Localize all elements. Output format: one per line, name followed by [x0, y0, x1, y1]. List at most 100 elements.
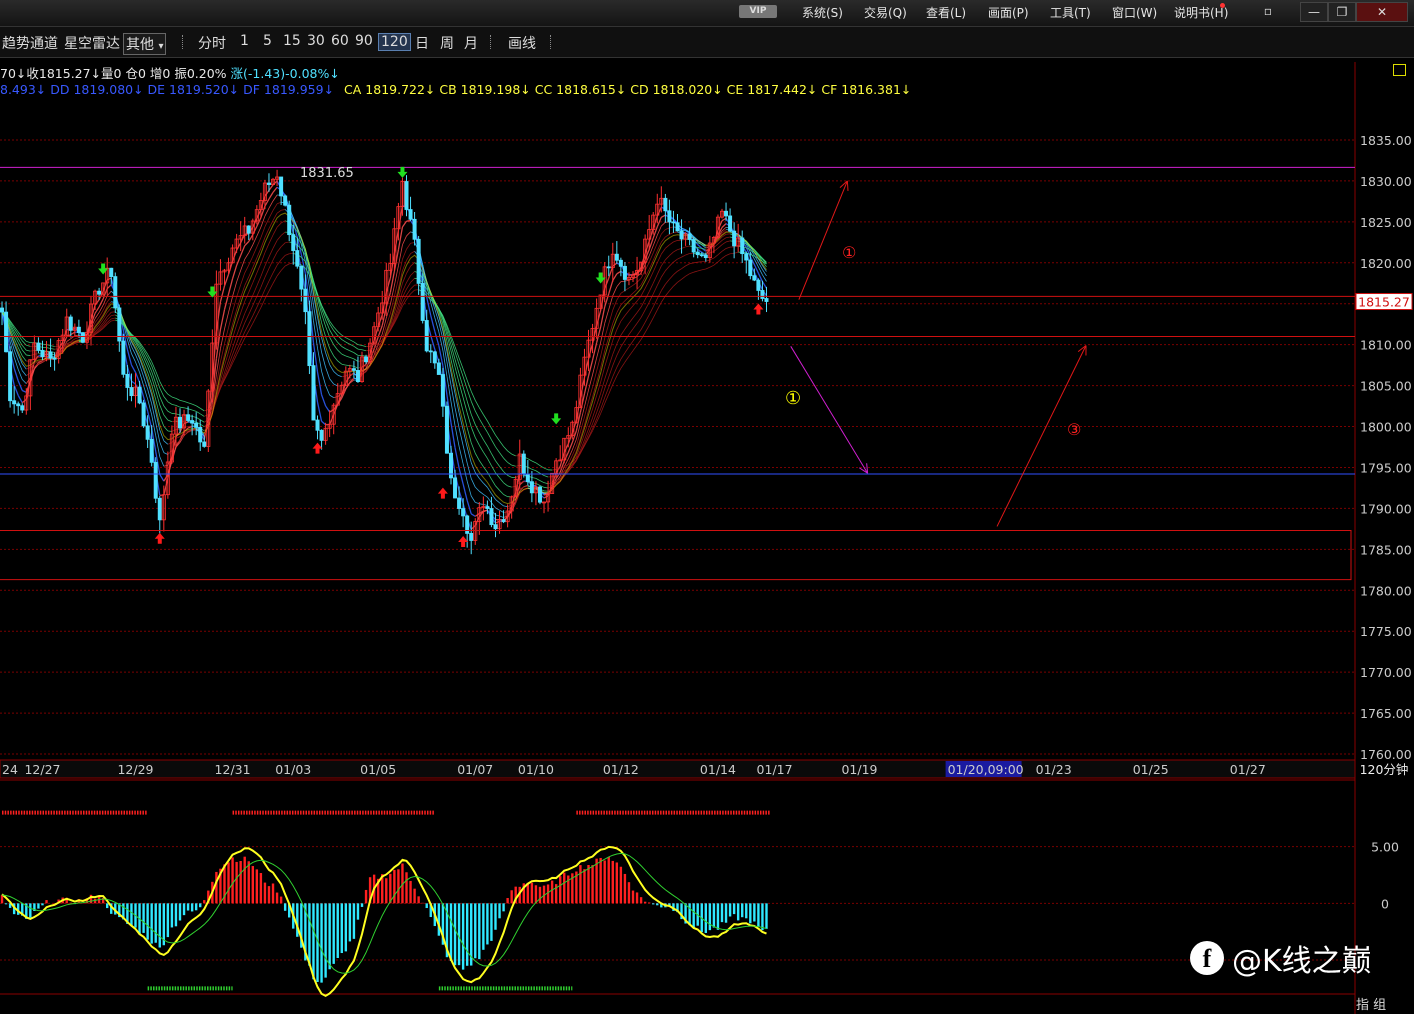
period-1[interactable]: 1	[240, 33, 249, 49]
candle-body	[606, 266, 611, 269]
close-button[interactable]: ✕	[1356, 2, 1408, 22]
ma-line-segment	[236, 270, 242, 283]
minimize-button[interactable]: —	[1300, 2, 1328, 22]
ma-line-segment	[483, 482, 488, 488]
candle-body	[691, 239, 696, 253]
ma-line-segment	[361, 345, 367, 348]
ma-line-segment	[665, 279, 670, 285]
ma-line-segment	[556, 468, 561, 470]
candle-body	[355, 370, 360, 383]
ma-line-segment	[608, 354, 614, 367]
period-90[interactable]: 90	[355, 33, 373, 49]
candle-body	[675, 222, 680, 232]
period-30[interactable]: 30	[307, 33, 325, 49]
ma-line-segment	[256, 263, 262, 274]
menu-screen[interactable]: 画面(P)	[988, 4, 1029, 21]
ma-line-segment	[661, 221, 666, 227]
toolbar: 趋势通道 星空雷达 其他 ▾ 分时 1 5 15 30 60 90 120 日 …	[0, 27, 1414, 58]
vip-badge[interactable]: VIP	[739, 5, 777, 18]
ma-line-segment	[74, 334, 79, 337]
period-intraday[interactable]: 分时	[198, 33, 226, 53]
ma-line-segment	[644, 314, 650, 323]
ma-line-segment	[721, 217, 727, 222]
candle-body	[622, 265, 627, 280]
ma-line-segment	[272, 186, 278, 193]
ma-line-segment	[256, 226, 262, 237]
period-120[interactable]: 120	[378, 33, 411, 51]
ma-line-segment	[26, 340, 31, 344]
ma-line-segment	[268, 248, 274, 258]
ma-line-segment	[487, 472, 492, 480]
ma-line-segment	[329, 378, 335, 385]
ma-line-segment	[17, 369, 23, 380]
menu-tools[interactable]: 工具(T)	[1050, 4, 1091, 21]
indicator-star-radar[interactable]: 星空雷达	[64, 33, 120, 53]
ma-line-segment	[527, 458, 533, 462]
menu-window[interactable]: 窗口(W)	[1112, 4, 1157, 21]
indicator-trend-channel[interactable]: 趋势通道	[2, 33, 58, 53]
menu-view[interactable]: 查看(L)	[926, 4, 966, 21]
ma-line-segment	[587, 343, 594, 359]
restore-small-icon[interactable]: ▫	[1260, 2, 1276, 20]
ma-line-segment	[661, 229, 666, 235]
ma-line-segment	[503, 505, 508, 508]
maximize-button[interactable]: ❐	[1328, 2, 1356, 22]
ma-line-segment	[487, 432, 492, 440]
ma-line-segment	[499, 490, 504, 495]
period-5[interactable]: 5	[263, 33, 272, 49]
ma-line-segment	[539, 480, 545, 484]
indicator-group-tab[interactable]: 指 组	[1356, 994, 1396, 1013]
period-day[interactable]: 日	[415, 33, 429, 53]
ma-line-segment	[474, 486, 480, 492]
ma-line-segment	[74, 337, 79, 340]
candle-body	[68, 316, 73, 331]
draw-line-tool[interactable]: 画线	[508, 33, 536, 53]
ma-line-segment	[483, 504, 488, 506]
period-week[interactable]: 周	[440, 33, 454, 53]
ma-line-segment	[159, 387, 165, 397]
ma-line-segment	[462, 445, 468, 464]
ma-line-segment	[248, 256, 254, 266]
ma-line-segment	[543, 467, 549, 471]
ma-line-segment	[147, 361, 153, 372]
ma-line-segment	[406, 231, 411, 237]
ma-line-segment	[499, 509, 504, 513]
ma-line-segment	[644, 291, 650, 300]
ma-line-segment	[244, 252, 250, 260]
scenario-1-red-label: ①	[842, 243, 857, 262]
ma-line-segment	[713, 261, 719, 266]
ma-line-segment	[179, 406, 185, 409]
chart-canvas[interactable]: 1835.001830.001825.001820.001815.001810.…	[0, 62, 1414, 1014]
other-dropdown[interactable]: 其他 ▾	[123, 33, 167, 55]
candle-body	[679, 230, 684, 240]
candle-body	[52, 357, 57, 360]
time-tick-label: 12/31	[215, 762, 251, 777]
ma-line-segment	[244, 264, 250, 274]
ma-line-segment	[402, 299, 407, 307]
ma-line-segment	[34, 357, 39, 359]
menu-system[interactable]: 系统(S)	[802, 4, 843, 21]
ma-line-segment	[632, 344, 638, 351]
ma-line-segment	[616, 321, 622, 330]
buy-signal-arrow	[154, 532, 165, 544]
ma-line-segment	[325, 336, 331, 349]
ma-line-segment	[487, 458, 492, 466]
ma-line-segment	[656, 225, 662, 236]
period-60[interactable]: 60	[331, 33, 349, 49]
ma-line-segment	[410, 242, 415, 244]
ma-line-segment	[66, 342, 71, 344]
buy-signal-arrow	[437, 487, 448, 499]
ma-line-segment	[491, 439, 496, 448]
ma-line-segment	[21, 389, 27, 393]
ma-line-segment	[648, 317, 654, 326]
ma-line-segment	[685, 245, 690, 248]
candle-body	[279, 176, 284, 197]
period-15[interactable]: 15	[283, 33, 301, 49]
ma-line-segment	[268, 259, 274, 269]
time-tick-label: 01/05	[360, 762, 396, 777]
ma-line-segment	[673, 270, 678, 276]
period-month[interactable]: 月	[464, 33, 478, 53]
menu-trade[interactable]: 交易(Q)	[864, 4, 907, 21]
ma-line-segment	[130, 364, 137, 373]
ma-line-segment	[491, 453, 496, 461]
